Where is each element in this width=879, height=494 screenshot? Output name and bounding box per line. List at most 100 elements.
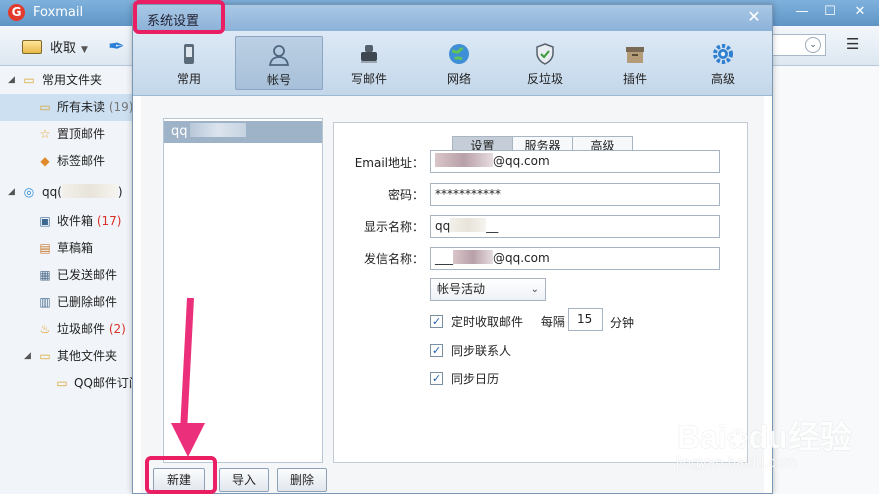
account-status-value: 帐号活动	[437, 282, 486, 296]
email-label: Email地址：	[354, 156, 424, 170]
tool-advanced[interactable]: 高级	[679, 36, 767, 90]
tool-network[interactable]: 网络	[415, 36, 503, 90]
expand-triangle-icon[interactable]: ◢	[8, 179, 15, 206]
expand-triangle-icon[interactable]: ◢	[24, 343, 31, 370]
account-suffix: )	[117, 185, 123, 199]
settings-toolbar: 常用 帐号 写邮件 网络 反垃圾 插件 高级	[133, 31, 772, 96]
star-icon: ☆	[39, 127, 51, 141]
phone-icon	[184, 44, 194, 64]
menu-icon[interactable]: ☰	[846, 37, 862, 52]
import-button[interactable]: 导入	[219, 468, 269, 492]
tool-label: 高级	[710, 72, 735, 86]
folder-sent[interactable]: ▦ 已发送邮件	[0, 262, 140, 289]
paw-icon: ❀	[726, 424, 749, 454]
email-field[interactable]: @qq.com	[430, 150, 720, 173]
folder-icon: ▭	[39, 349, 51, 363]
minimize-button[interactable]: —	[792, 3, 812, 21]
folder-tagged[interactable]: ◆ 标签邮件	[0, 148, 140, 175]
checkmark-icon: ✓	[432, 344, 442, 357]
globe-icon	[449, 44, 469, 64]
tool-label: 插件	[622, 72, 647, 86]
folder-spam[interactable]: ♨ 垃圾邮件 (2)	[0, 316, 140, 343]
watermark-brand: Bai	[677, 419, 727, 455]
folder-label: 已发送邮件	[57, 268, 118, 282]
delete-button[interactable]: 删除	[277, 468, 327, 492]
tool-account[interactable]: 帐号	[235, 36, 323, 90]
sync-contacts-label: 同步联系人	[451, 344, 512, 358]
sync-calendar-label: 同步日历	[451, 372, 500, 386]
checkmark-icon: ✓	[432, 315, 442, 328]
account-label: qq(	[42, 185, 62, 199]
folder-icon: ▭	[56, 376, 68, 390]
email-value: @qq.com	[493, 154, 550, 168]
unread-count: (2)	[108, 322, 126, 336]
folder-pinned[interactable]: ☆ 置顶邮件	[0, 121, 140, 148]
redacted-account	[189, 123, 246, 137]
folder-other[interactable]: ◢ ▭ 其他文件夹	[0, 343, 140, 370]
folder-label: 已删除邮件	[57, 295, 118, 309]
unread-count: (17)	[96, 214, 122, 228]
search-input[interactable]: ⌄	[770, 34, 826, 56]
tool-label: 网络	[446, 72, 471, 86]
sender-name-field[interactable]: ___ @qq.com	[430, 247, 720, 270]
timed-receive-label: 定时收取邮件	[451, 315, 524, 329]
dialog-close-button[interactable]: ✕	[746, 9, 762, 25]
user-icon	[268, 45, 290, 66]
interval-unit: 分钟	[610, 316, 635, 330]
receive-button[interactable]: 收取 ▼	[22, 37, 88, 56]
redacted-name	[450, 218, 487, 232]
gear-icon	[713, 44, 733, 64]
display-name-prefix: qq	[435, 219, 451, 233]
watermark-brand2: du	[748, 419, 788, 455]
tag-icon: ◆	[40, 154, 50, 168]
display-name-field[interactable]: qq __	[430, 215, 720, 238]
tool-label: 帐号	[266, 73, 291, 87]
account-icon: ◎	[23, 185, 35, 199]
chevron-down-icon[interactable]: ▼	[81, 45, 88, 55]
drafts-icon: ▤	[39, 241, 51, 255]
folder-label: 垃圾邮件	[57, 322, 106, 336]
folder-drafts[interactable]: ▤ 草稿箱	[0, 235, 140, 262]
watermark-logo: Bai❀du经验	[677, 412, 852, 458]
close-button[interactable]: ✕	[850, 3, 870, 21]
account-status-select[interactable]: 帐号活动 ⌄	[430, 278, 546, 301]
display-name-label: 显示名称：	[363, 220, 424, 234]
tool-compose[interactable]: 写邮件	[325, 36, 413, 90]
tool-general[interactable]: 常用	[145, 36, 233, 90]
folder-inbox[interactable]: ▣ 收件箱 (17)	[0, 208, 140, 235]
folder-account-qq[interactable]: ◢ ◎ qq()	[0, 179, 140, 206]
title-highlight-box	[133, 0, 225, 34]
sender-name-prefix: ___	[435, 251, 453, 265]
maximize-button[interactable]: ☐	[820, 3, 840, 21]
redacted-account	[61, 184, 118, 198]
tool-label: 写邮件	[350, 72, 387, 86]
folder-deleted[interactable]: ▥ 已删除邮件	[0, 289, 140, 316]
password-field[interactable]: ***********	[430, 183, 720, 206]
sync-contacts-checkbox[interactable]: ✓	[430, 344, 443, 357]
folder-group-common[interactable]: ◢ ▭ 常用文件夹	[0, 67, 140, 94]
tool-label: 反垃圾	[526, 72, 563, 86]
timed-receive-checkbox[interactable]: ✓	[430, 315, 443, 328]
tool-plugins[interactable]: 插件	[591, 36, 679, 90]
folder-all-unread[interactable]: ▭ 所有未读 (19)	[0, 94, 140, 121]
watermark-product: 经验	[787, 419, 852, 455]
sender-name-label: 发信名称：	[363, 252, 424, 266]
search-dropdown-icon[interactable]: ⌄	[805, 37, 821, 53]
folder-label: 其他文件夹	[57, 349, 118, 363]
folder-label: QQ邮件订阅	[74, 376, 141, 390]
sender-name-value: @qq.com	[493, 251, 550, 265]
timed-receive-row: ✓ 定时收取邮件 每隔	[430, 314, 565, 330]
redacted-sender	[453, 250, 493, 264]
interval-input[interactable]: 15	[568, 308, 603, 331]
password-label: 密码：	[387, 188, 424, 202]
sent-icon: ▦	[39, 268, 51, 282]
account-list-item[interactable]: qq	[164, 121, 322, 143]
sync-calendar-checkbox[interactable]: ✓	[430, 372, 443, 385]
receive-label: 收取	[50, 41, 77, 56]
interval-label: 每隔	[540, 315, 565, 329]
compose-feather-icon[interactable]: ✒	[108, 34, 128, 58]
dialog-body: qq 新建 导入 删除 设置 服务器 高级 Email地址： @qq.com 密…	[141, 96, 764, 493]
folder-qq-subscription[interactable]: ▭ QQ邮件订阅	[0, 370, 141, 397]
tool-antispam[interactable]: 反垃圾	[501, 36, 589, 90]
expand-triangle-icon[interactable]: ◢	[8, 67, 15, 94]
